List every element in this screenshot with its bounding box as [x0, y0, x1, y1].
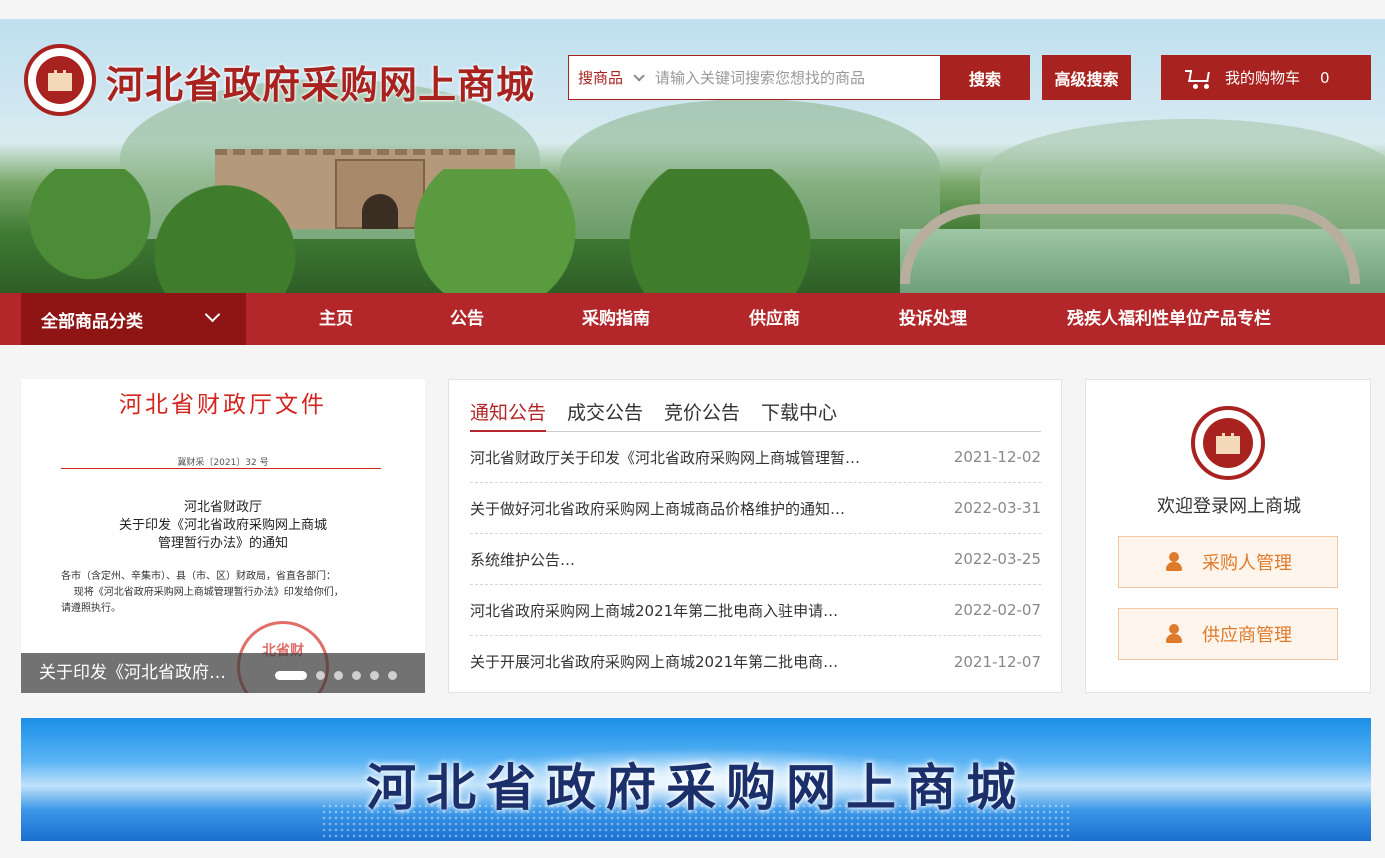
notice-title[interactable]: 系统维护公告…	[470, 549, 575, 570]
slider-pagination	[275, 671, 397, 680]
doc-body-line: 请遵照执行。	[61, 603, 121, 614]
supplier-user-icon	[1164, 624, 1184, 644]
tab-bidding-announcements[interactable]: 竞价公告	[664, 398, 740, 432]
slider-dot[interactable]	[352, 671, 361, 680]
slider-dot[interactable]	[388, 671, 397, 680]
notice-date: 2022-03-31	[953, 499, 1041, 517]
list-item[interactable]: 关于做好河北省政府采购网上商城商品价格维护的通知… 2022-03-31	[470, 483, 1041, 534]
mall-emblem-icon	[1191, 406, 1265, 480]
nav-item-disability-products[interactable]: 残疾人福利性单位产品专栏	[1067, 293, 1271, 345]
doc-title-line: 关于印发《河北省政府采购网上商城	[118, 518, 327, 533]
all-categories-label: 全部商品分类	[41, 311, 143, 332]
tab-downloads[interactable]: 下载中心	[761, 398, 837, 432]
notice-title[interactable]: 河北省财政厅关于印发《河北省政府采购网上商城管理暂…	[470, 447, 860, 468]
nav-item-suppliers[interactable]: 供应商	[749, 293, 800, 345]
site-logo-icon[interactable]	[24, 44, 96, 116]
search-input[interactable]	[655, 57, 940, 98]
list-item[interactable]: 系统维护公告… 2022-03-25	[470, 534, 1041, 585]
nav-item-guide[interactable]: 采购指南	[582, 293, 650, 345]
banner-trees	[0, 169, 900, 293]
doc-number: 冀财采〔2021〕32 号	[177, 458, 269, 468]
search-scope-label: 搜商品	[578, 69, 624, 87]
slider-dot[interactable]	[334, 671, 343, 680]
all-categories-dropdown[interactable]: 全部商品分类	[21, 293, 246, 345]
news-slider[interactable]: 河北省财政厅文件 冀财采〔2021〕32 号 河北省财政厅 关于印发《河北省政府…	[21, 379, 425, 693]
buyer-management-button[interactable]: 采购人管理	[1118, 536, 1338, 588]
cart-label: 我的购物车	[1225, 69, 1301, 87]
buyer-management-label: 采购人管理	[1202, 553, 1292, 574]
top-strip	[0, 0, 1385, 19]
notice-list: 河北省财政厅关于印发《河北省政府采购网上商城管理暂… 2021-12-02 关于…	[470, 432, 1041, 687]
chevron-down-icon	[633, 69, 645, 82]
slider-dot[interactable]	[316, 671, 325, 680]
slider-dot[interactable]	[275, 671, 307, 680]
doc-title-line: 管理暂行办法》的通知	[157, 536, 288, 551]
buyer-user-icon	[1164, 552, 1184, 572]
search-scope-dropdown[interactable]: 搜商品	[569, 67, 655, 88]
notice-title[interactable]: 关于开展河北省政府采购网上商城2021年第二批电商…	[470, 651, 838, 672]
notice-date: 2021-12-02	[953, 448, 1041, 466]
doc-header: 河北省财政厅文件	[119, 392, 327, 418]
doc-body-line: 现将《河北省政府采购网上商城管理暂行办法》印发给你们，	[61, 587, 344, 598]
cart-count: 0	[1320, 68, 1330, 87]
login-panel: 欢迎登录网上商城 采购人管理 供应商管理	[1085, 379, 1371, 693]
list-item[interactable]: 河北省财政厅关于印发《河北省政府采购网上商城管理暂… 2021-12-02	[470, 432, 1041, 483]
nav-item-home[interactable]: 主页	[319, 293, 353, 345]
tab-deal-announcements[interactable]: 成交公告	[567, 398, 643, 432]
supplier-management-button[interactable]: 供应商管理	[1118, 608, 1338, 660]
search-box: 搜商品	[568, 55, 941, 100]
search-button[interactable]: 搜索	[940, 55, 1030, 100]
shopping-cart-icon	[1185, 68, 1211, 89]
site-title[interactable]: 河北省政府采购网上商城	[106, 54, 535, 109]
doc-title-line: 河北省财政厅	[183, 500, 262, 515]
zhaozhou-bridge-image	[900, 204, 1360, 284]
cart-button[interactable]: 我的购物车 0	[1161, 55, 1371, 100]
notice-date: 2022-03-25	[953, 550, 1041, 568]
promo-banner-title: 河北省政府采购网上商城	[366, 758, 1026, 817]
main-nav: 全部商品分类 主页 公告 采购指南 供应商 投诉处理 残疾人福利性单位产品专栏	[0, 293, 1385, 345]
promo-banner[interactable]: 河北省政府采购网上商城	[21, 718, 1371, 841]
list-item[interactable]: 河北省政府采购网上商城2021年第二批电商入驻申请… 2022-02-07	[470, 585, 1041, 636]
slider-dot[interactable]	[370, 671, 379, 680]
login-welcome-text: 欢迎登录网上商城	[1157, 496, 1301, 517]
notice-date: 2021-12-07	[953, 652, 1041, 671]
notice-date: 2022-02-07	[953, 601, 1041, 619]
notice-tabs: 通知公告 成交公告 竞价公告 下载中心	[470, 398, 1041, 432]
supplier-management-label: 供应商管理	[1202, 625, 1292, 646]
nav-item-announcements[interactable]: 公告	[450, 293, 484, 345]
nav-item-complaints[interactable]: 投诉处理	[899, 293, 967, 345]
notice-panel: 通知公告 成交公告 竞价公告 下载中心 河北省财政厅关于印发《河北省政府采购网上…	[448, 379, 1062, 693]
doc-body: 各市（含定州、辛集市）、县（市、区）财政局，省直各部门： 现将《河北省政府采购网…	[61, 569, 391, 617]
tab-notices[interactable]: 通知公告	[470, 398, 547, 432]
doc-body-line: 各市（含定州、辛集市）、县（市、区）财政局，省直各部门：	[61, 571, 336, 582]
notice-title[interactable]: 关于做好河北省政府采购网上商城商品价格维护的通知…	[470, 498, 845, 519]
advanced-search-button[interactable]: 高级搜索	[1042, 55, 1131, 100]
notice-title[interactable]: 河北省政府采购网上商城2021年第二批电商入驻申请…	[470, 600, 838, 621]
doc-divider	[61, 468, 381, 469]
list-item[interactable]: 关于开展河北省政府采购网上商城2021年第二批电商… 2021-12-07	[470, 636, 1041, 687]
doc-title: 河北省财政厅 关于印发《河北省政府采购网上商城 管理暂行办法》的通知	[21, 499, 425, 553]
chevron-down-icon	[204, 306, 221, 323]
